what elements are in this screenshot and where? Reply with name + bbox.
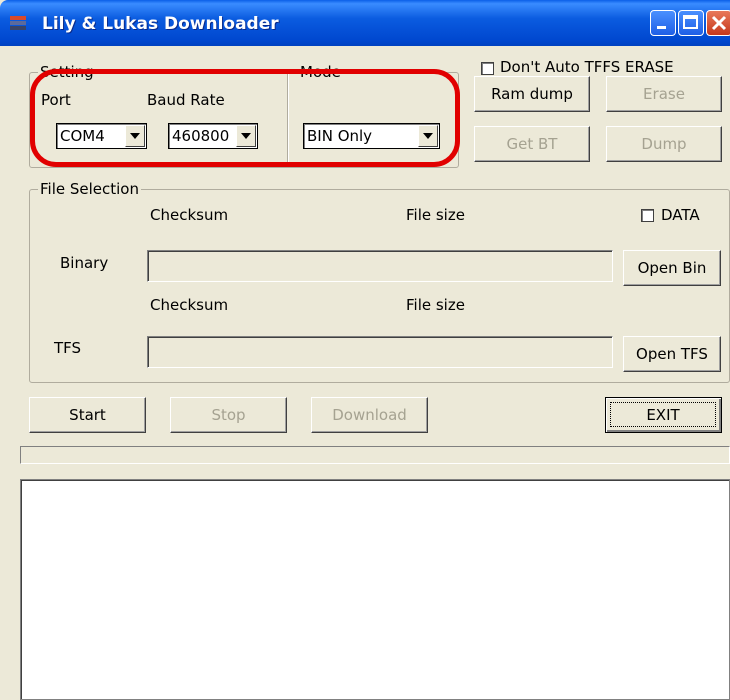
chevron-down-icon[interactable] bbox=[418, 125, 438, 147]
data-checkbox[interactable] bbox=[641, 209, 654, 222]
tfs-checksum-label: Checksum bbox=[150, 296, 229, 314]
auto-erase-label[interactable]: Don't Auto TFFS ERASE bbox=[500, 58, 674, 76]
mode-select-value: BIN Only bbox=[307, 127, 373, 145]
start-button[interactable]: Start bbox=[29, 397, 146, 433]
exit-button-label: EXIT bbox=[610, 402, 716, 427]
tfs-label: TFS bbox=[54, 339, 82, 357]
setting-mode-divider bbox=[287, 74, 289, 164]
dump-button[interactable]: Dump bbox=[606, 126, 722, 162]
setting-mode-group bbox=[29, 72, 459, 168]
port-select[interactable]: COM4 bbox=[56, 123, 147, 149]
setting-group-label: Setting bbox=[38, 63, 96, 81]
binary-path-field[interactable] bbox=[147, 250, 613, 282]
close-icon bbox=[711, 15, 727, 31]
binary-label: Binary bbox=[60, 254, 109, 272]
minimize-button[interactable] bbox=[650, 10, 676, 36]
progress-bar bbox=[20, 446, 730, 464]
mode-select[interactable]: BIN Only bbox=[303, 123, 440, 149]
stop-button[interactable]: Stop bbox=[170, 397, 287, 433]
exit-button[interactable]: EXIT bbox=[605, 397, 722, 433]
window-title: Lily & Lukas Downloader bbox=[42, 14, 279, 34]
baud-rate-select[interactable]: 460800 bbox=[168, 123, 258, 149]
ram-dump-button[interactable]: Ram dump bbox=[474, 76, 590, 112]
log-output[interactable] bbox=[20, 479, 730, 700]
tfs-path-field[interactable] bbox=[147, 336, 613, 368]
close-button[interactable] bbox=[706, 10, 730, 36]
auto-erase-checkbox[interactable] bbox=[481, 62, 494, 75]
binary-checksum-label: Checksum bbox=[150, 206, 229, 224]
get-bt-button[interactable]: Get BT bbox=[474, 126, 590, 162]
open-bin-button[interactable]: Open Bin bbox=[623, 250, 721, 286]
data-label[interactable]: DATA bbox=[661, 206, 700, 224]
file-selection-group-label: File Selection bbox=[38, 180, 141, 198]
chevron-down-icon[interactable] bbox=[236, 125, 256, 147]
binary-filesize-label: File size bbox=[406, 206, 465, 224]
chevron-down-icon[interactable] bbox=[125, 125, 145, 147]
title-bar[interactable]: Lily & Lukas Downloader bbox=[0, 0, 730, 46]
port-label: Port bbox=[41, 91, 71, 109]
mode-group-label: Mode bbox=[298, 63, 343, 81]
downloader-window: Lily & Lukas Downloader Setting Mode Por… bbox=[0, 0, 730, 700]
download-button[interactable]: Download bbox=[311, 397, 428, 433]
open-tfs-button[interactable]: Open TFS bbox=[623, 336, 721, 372]
port-select-value: COM4 bbox=[60, 127, 105, 145]
erase-button[interactable]: Erase bbox=[606, 76, 722, 112]
baud-rate-select-value: 460800 bbox=[172, 127, 230, 145]
minimize-icon bbox=[657, 26, 666, 29]
downloader-app-icon bbox=[10, 16, 26, 30]
maximize-button[interactable] bbox=[678, 10, 704, 36]
baud-rate-label: Baud Rate bbox=[147, 91, 225, 109]
maximize-icon bbox=[683, 15, 698, 29]
tfs-filesize-label: File size bbox=[406, 296, 465, 314]
